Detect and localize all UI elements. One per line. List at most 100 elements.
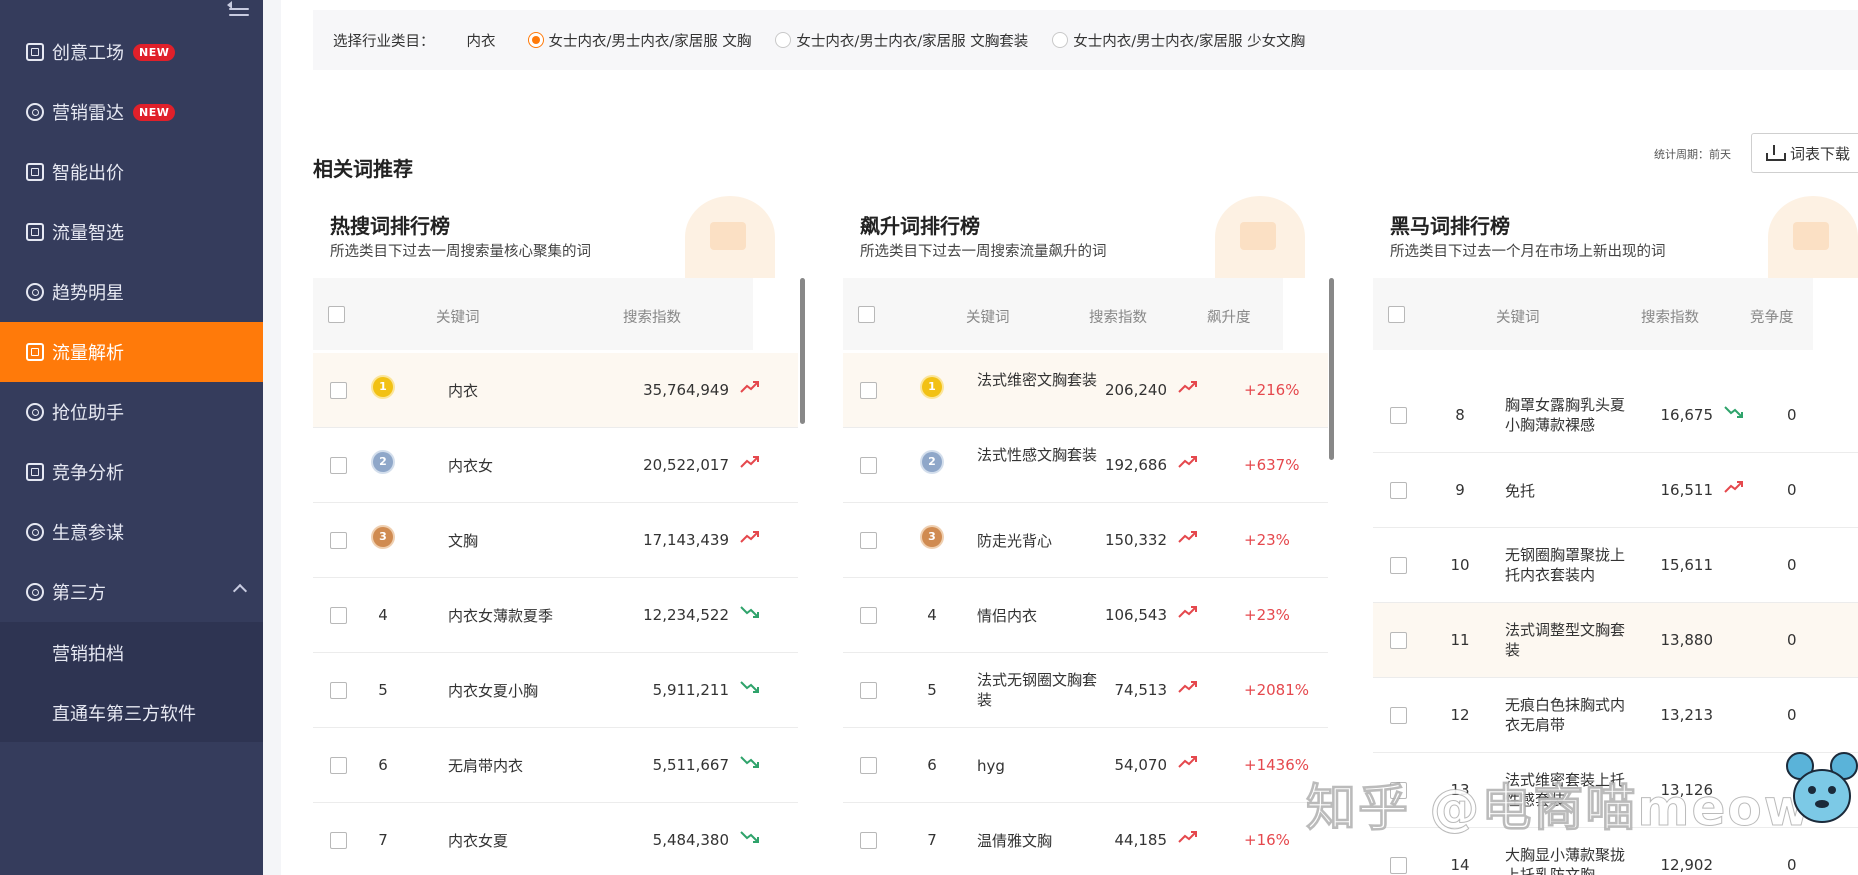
row-checkbox[interactable] (330, 382, 347, 399)
select-all-checkbox[interactable] (858, 306, 875, 323)
third-party-submenu: 营销拍档 直通车第三方软件 (0, 622, 263, 742)
sidebar-item-competition[interactable]: 竞争分析 (0, 442, 263, 502)
sidebar-item-smart-bid[interactable]: 智能出价 (0, 142, 263, 202)
table-row[interactable]: 6 hyg 54,070 +1436% (843, 728, 1328, 803)
search-index: 20,522,017 (643, 456, 729, 474)
table-row[interactable]: 1 法式维密文胸套装 206,240 +216% (843, 353, 1328, 428)
row-checkbox[interactable] (330, 682, 347, 699)
scrollbar[interactable] (800, 278, 805, 424)
keyword[interactable]: 无钢圈胸罩聚拢上托内衣套装内 (1505, 545, 1625, 585)
sidebar-item-third-party[interactable]: 第三方 (0, 562, 263, 622)
chart-icon (26, 43, 44, 61)
search-index: 192,686 (1104, 456, 1167, 474)
row-checkbox[interactable] (860, 532, 877, 549)
keyword[interactable]: 无肩带内衣 (448, 756, 568, 776)
row-checkbox[interactable] (1390, 857, 1407, 874)
keyword[interactable]: 内衣女夏 (448, 831, 568, 851)
scrollbar[interactable] (1329, 278, 1334, 460)
keyword[interactable]: 大胸显小薄款聚拢上托乳防文胸 (1505, 845, 1625, 875)
rank-number: 14 (1450, 856, 1470, 874)
collapse-menu-icon[interactable] (227, 1, 249, 16)
keyword[interactable]: 内衣 (448, 381, 568, 401)
download-label: 词表下载 (1790, 144, 1851, 163)
keyword[interactable]: 内衣女薄款夏季 (448, 606, 568, 626)
column-header-keyword[interactable]: 关键词 (1496, 306, 1540, 327)
filter-category[interactable]: 内衣 (467, 30, 496, 51)
table-row[interactable]: 7 内衣女夏 5,484,380 (313, 803, 798, 875)
rank-number: 10 (1450, 556, 1470, 574)
row-checkbox[interactable] (860, 382, 877, 399)
table-row[interactable]: 1 内衣 35,764,949 (313, 353, 798, 428)
row-checkbox[interactable] (330, 457, 347, 474)
column-header-competition[interactable]: 竞争度 (1750, 306, 1794, 327)
table-row[interactable]: 10 无钢圈胸罩聚拢上托内衣套装内 15,611 0 (1373, 528, 1858, 603)
keyword[interactable]: 内衣女 (448, 456, 568, 476)
row-checkbox[interactable] (1390, 407, 1407, 424)
table-row[interactable]: 4 情侣内衣 106,543 +23% (843, 578, 1328, 653)
sidebar-item-label: 第三方 (52, 583, 106, 604)
row-checkbox[interactable] (1390, 557, 1407, 574)
sidebar-item-business-advisor[interactable]: 生意参谋 (0, 502, 263, 562)
filter-option-label: 女士内衣/男士内衣/家居服 文胸 (548, 33, 752, 50)
search-index: 16,511 (1660, 481, 1714, 499)
rank-number: 4 (378, 606, 388, 624)
search-index: 5,484,380 (652, 831, 729, 849)
keyword[interactable]: 内衣女夏小胸 (448, 681, 568, 701)
table-row[interactable]: 7 温倩雅文胸 44,185 +16% (843, 803, 1328, 875)
column-header-index[interactable]: 搜索指数 (1641, 306, 1699, 327)
sidebar-item-creative-workshop[interactable]: 创意工场 NEW (0, 22, 263, 82)
table-row[interactable]: 2 法式性感文胸套装 192,686 +637% (843, 428, 1328, 503)
column-header-keyword[interactable]: 关键词 (966, 306, 1010, 327)
table-row[interactable]: 6 无肩带内衣 5,511,667 (313, 728, 798, 803)
trend-up-icon (739, 377, 761, 397)
select-all-checkbox[interactable] (328, 306, 345, 323)
sidebar-item-marketing-radar[interactable]: 营销雷达 NEW (0, 82, 263, 142)
decoration-illustration (1215, 196, 1305, 278)
table-row[interactable]: 5 内衣女夏小胸 5,911,211 (313, 653, 798, 728)
row-checkbox[interactable] (860, 832, 877, 849)
keyword[interactable]: 文胸 (448, 531, 568, 551)
sidebar-item-trend-star[interactable]: 趋势明星 (0, 262, 263, 322)
row-checkbox[interactable] (860, 457, 877, 474)
row-checkbox[interactable] (330, 607, 347, 624)
sidebar-subitem-marketing-partner[interactable]: 营销拍档 (52, 640, 124, 666)
filter-option-bra[interactable]: 女士内衣/男士内衣/家居服 文胸 (527, 30, 752, 51)
download-button[interactable]: 词表下载 (1751, 133, 1858, 173)
column-header-index[interactable]: 搜索指数 (1089, 306, 1147, 327)
row-checkbox[interactable] (1390, 482, 1407, 499)
row-checkbox[interactable] (860, 682, 877, 699)
column-header-rise[interactable]: 飙升度 (1207, 306, 1251, 327)
row-checkbox[interactable] (860, 607, 877, 624)
column-header-keyword[interactable]: 关键词 (436, 306, 480, 327)
keyword[interactable]: 法式调整型文胸套装 (1505, 620, 1625, 660)
table-row[interactable]: 9 免托 16,511 0 (1373, 453, 1858, 528)
table-row[interactable]: 4 内衣女薄款夏季 12,234,522 (313, 578, 798, 653)
table-row[interactable]: 3 文胸 17,143,439 (313, 503, 798, 578)
column-header-index[interactable]: 搜索指数 (623, 306, 681, 327)
row-checkbox[interactable] (1390, 632, 1407, 649)
sidebar-item-traffic-analysis[interactable]: 流量解析 (0, 322, 263, 382)
filter-option-bra-set[interactable]: 女士内衣/男士内衣/家居服 文胸套装 (775, 30, 1028, 51)
filter-option-teen-bra[interactable]: 女士内衣/男士内衣/家居服 少女文胸 (1052, 30, 1305, 51)
row-checkbox[interactable] (330, 832, 347, 849)
row-checkbox[interactable] (330, 532, 347, 549)
table-row[interactable]: 5 法式无钢圈文胸套装 74,513 +2081% (843, 653, 1328, 728)
sidebar-item-traffic-select[interactable]: 流量智选 (0, 202, 263, 262)
row-checkbox[interactable] (1390, 707, 1407, 724)
panel-title: 黑马词排行榜 (1390, 214, 1510, 238)
select-all-checkbox[interactable] (1388, 306, 1405, 323)
table-row[interactable]: 2 内衣女 20,522,017 (313, 428, 798, 503)
medal-icon: 1 (373, 377, 393, 397)
table-row[interactable]: 11 法式调整型文胸套装 13,880 0 (1373, 603, 1858, 678)
table-row[interactable]: 3 防走光背心 150,332 +23% (843, 503, 1328, 578)
row-checkbox[interactable] (330, 757, 347, 774)
keyword[interactable]: 免托 (1505, 481, 1625, 501)
row-checkbox[interactable] (860, 757, 877, 774)
sidebar-item-rank-assistant[interactable]: 抢位助手 (0, 382, 263, 442)
table-row[interactable]: 8 胸罩女露胸乳头夏小胸薄款裸感 16,675 0 (1373, 378, 1858, 453)
sidebar-subitem-third-party-software[interactable]: 直通车第三方软件 (52, 700, 196, 726)
table-row[interactable]: 12 无痕白色抹胸式内衣无肩带 13,213 0 (1373, 678, 1858, 753)
keyword[interactable]: 胸罩女露胸乳头夏小胸薄款裸感 (1505, 395, 1625, 435)
rank-number: 6 (378, 756, 388, 774)
keyword[interactable]: 无痕白色抹胸式内衣无肩带 (1505, 695, 1625, 735)
